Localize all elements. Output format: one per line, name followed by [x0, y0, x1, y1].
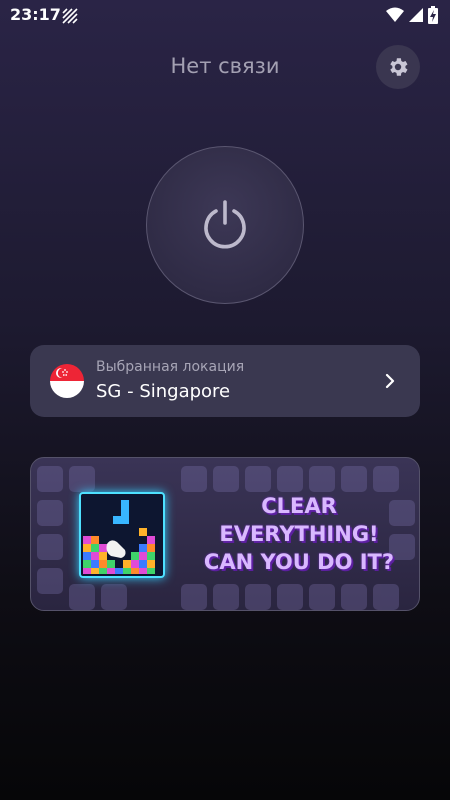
status-time: 23:17: [10, 5, 61, 24]
gear-icon: [390, 58, 408, 76]
no-data-icon: [62, 8, 78, 24]
connect-button[interactable]: [146, 146, 304, 304]
ad-headline: CLEAR EVERYTHING! CAN YOU DO IT?: [181, 492, 417, 576]
location-value: SG - Singapore: [96, 381, 231, 402]
status-right-icons: [386, 6, 438, 24]
wifi-icon: [386, 7, 404, 22]
power-icon: [204, 200, 246, 249]
signal-icon: [409, 8, 423, 22]
battery-charging-icon: [428, 6, 438, 24]
ad-headline-line-3: CAN YOU DO IT?: [203, 550, 395, 574]
ad-banner[interactable]: CLEAR EVERYTHING! CAN YOU DO IT?: [30, 457, 420, 611]
block-puzzle-game-image: [79, 492, 165, 578]
location-label: Выбранная локация: [96, 359, 245, 375]
ad-headline-line-1: CLEAR: [261, 494, 337, 518]
location-selector[interactable]: Выбранная локация SG - Singapore: [30, 345, 420, 417]
settings-button[interactable]: [376, 45, 420, 89]
chevron-right-icon: [385, 373, 395, 389]
ad-headline-line-2: EVERYTHING!: [219, 522, 379, 546]
singapore-flag-icon: [50, 364, 84, 398]
status-bar: 23:17: [0, 0, 450, 32]
